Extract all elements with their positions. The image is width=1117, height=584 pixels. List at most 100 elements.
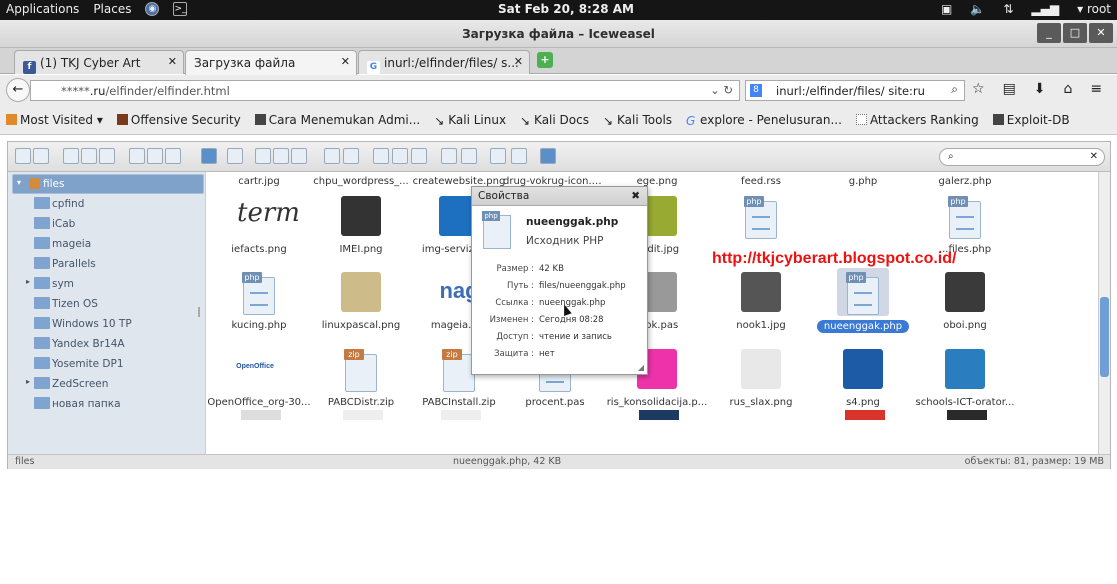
- file-item[interactable]: zip PABCDistr.zip: [309, 337, 413, 414]
- search-icon[interactable]: ⌕: [951, 82, 958, 97]
- places-menu[interactable]: Places: [93, 2, 131, 16]
- bookmark-item[interactable]: ↘ Kali Docs: [520, 113, 589, 134]
- back-arrow-icon[interactable]: [15, 148, 31, 164]
- save-icon[interactable]: [147, 148, 163, 164]
- file-item[interactable]: oboi.png: [913, 260, 1017, 337]
- bookmark-item[interactable]: Attackers Ranking: [855, 113, 979, 134]
- extract-icon[interactable]: [461, 148, 477, 164]
- expand-arrow-icon[interactable]: ▸: [26, 377, 30, 386]
- home-folder-icon[interactable]: [99, 148, 115, 164]
- close-tab-icon[interactable]: ✕: [341, 55, 350, 68]
- tree-root-files[interactable]: ▾ files: [12, 174, 204, 194]
- bookmark-item[interactable]: Exploit-DB: [992, 113, 1070, 134]
- vertical-scrollbar[interactable]: [1098, 172, 1110, 454]
- tab-facebook[interactable]: f (1) TKJ Cyber Art ✕: [14, 50, 184, 74]
- bookmark-item[interactable]: Gexplore - Penelusuran...: [686, 113, 842, 134]
- file-item[interactable]: rus_slax.png: [709, 337, 813, 414]
- network-icon[interactable]: ⇅: [1003, 2, 1013, 16]
- web-search-field[interactable]: 8 inurl:/elfinder/files/ site:ru ⌕: [745, 80, 965, 101]
- tree-folder[interactable]: Windows 10 TP: [8, 314, 206, 334]
- archive-icon[interactable]: [441, 148, 457, 164]
- tree-folder[interactable]: Yosemite DP1: [8, 354, 206, 374]
- select-icon[interactable]: [165, 148, 181, 164]
- file-item[interactable]: php kucing.php: [207, 260, 311, 337]
- new-file-icon[interactable]: [343, 148, 359, 164]
- preview-eye-icon[interactable]: [227, 148, 243, 164]
- tree-folder[interactable]: mageia: [8, 234, 206, 254]
- workspace-icon[interactable]: ▣: [941, 2, 952, 16]
- clock[interactable]: Sat Feb 20, 8:28 AM: [498, 2, 634, 16]
- forward-arrow-icon[interactable]: [33, 148, 49, 164]
- tree-folder[interactable]: новая папка: [8, 394, 206, 414]
- maximize-button[interactable]: □: [1063, 23, 1087, 43]
- tree-folder[interactable]: cpfind: [8, 194, 206, 214]
- file-item[interactable]: s4.png: [811, 337, 915, 414]
- user-menu[interactable]: ▾ root: [1077, 2, 1111, 16]
- scrollbar-thumb[interactable]: [1100, 297, 1109, 377]
- tree-folder[interactable]: Tizen OS: [8, 294, 206, 314]
- icons-view-icon[interactable]: [490, 148, 506, 164]
- duplicate-icon[interactable]: [324, 148, 340, 164]
- close-tab-icon[interactable]: ✕: [168, 55, 177, 68]
- rename-icon[interactable]: [373, 148, 389, 164]
- tree-folder[interactable]: Parallels: [8, 254, 206, 274]
- parent-folder-icon[interactable]: [63, 148, 79, 164]
- tab-upload[interactable]: Загрузка файла ✕: [185, 50, 357, 75]
- bookmark-star-icon[interactable]: ☆: [972, 81, 985, 97]
- tree-folder[interactable]: ▸ ZedScreen: [8, 374, 206, 394]
- image-thumbnail[interactable]: [947, 410, 987, 420]
- dialog-header[interactable]: Свойства ✖: [472, 187, 647, 206]
- signal-icon[interactable]: ▂▄▆: [1031, 2, 1059, 16]
- paste-icon[interactable]: [291, 148, 307, 164]
- tree-folder[interactable]: ▸ sym: [8, 274, 206, 294]
- image-thumbnail[interactable]: [639, 410, 679, 420]
- volume-icon[interactable]: 🔈: [970, 2, 985, 16]
- tree-folder[interactable]: Yandex Br14A: [8, 334, 206, 354]
- back-button[interactable]: ←: [6, 78, 30, 102]
- image-thumbnail[interactable]: [343, 410, 383, 420]
- reload-icon[interactable]: ⌄ ↻: [710, 83, 733, 97]
- home-icon[interactable]: ⌂: [1064, 81, 1073, 97]
- bookmark-item[interactable]: Most Visited ▾: [6, 113, 103, 134]
- browser-launcher-icon[interactable]: ◉: [145, 2, 160, 16]
- download-icon[interactable]: ⬇: [1034, 81, 1046, 97]
- expand-arrow-icon[interactable]: ▸: [26, 277, 30, 286]
- bookmark-item[interactable]: Offensive Security: [116, 113, 241, 134]
- clear-search-icon[interactable]: ✕: [1090, 151, 1098, 162]
- expand-arrow-icon[interactable]: ▾: [17, 178, 21, 187]
- file-item[interactable]: linuxpascal.png: [309, 260, 413, 337]
- edit-icon[interactable]: [392, 148, 408, 164]
- image-thumbnail[interactable]: [845, 410, 885, 420]
- upload-icon[interactable]: [129, 148, 145, 164]
- image-thumbnail[interactable]: [241, 410, 281, 420]
- tree-splitter[interactable]: [198, 307, 200, 317]
- file-search-input[interactable]: ⌕ ✕: [939, 148, 1105, 166]
- bookmark-item[interactable]: Cara Menemukan Admi...: [254, 113, 420, 134]
- resize-grip-icon[interactable]: ◢: [638, 363, 644, 372]
- file-item[interactable]: nook1.jpg: [709, 260, 813, 337]
- copy-icon[interactable]: [255, 148, 271, 164]
- file-item[interactable]: OpenOffice OpenOffice_org-30...: [207, 337, 311, 414]
- info-icon[interactable]: [201, 148, 217, 164]
- file-item[interactable]: term iefacts.png: [207, 184, 311, 261]
- close-window-button[interactable]: ✕: [1089, 23, 1113, 43]
- help-icon[interactable]: [540, 148, 556, 164]
- terminal-launcher-icon[interactable]: >_: [173, 2, 188, 16]
- tree-folder[interactable]: iCab: [8, 214, 206, 234]
- minimize-button[interactable]: _: [1037, 23, 1061, 43]
- resize-icon[interactable]: [411, 148, 427, 164]
- url-bar[interactable]: *****.ru/elfinder/elfinder.html ⌄ ↻: [30, 80, 740, 101]
- applications-menu[interactable]: Applications: [6, 2, 79, 16]
- image-thumbnail[interactable]: [441, 410, 481, 420]
- menu-icon[interactable]: ≡: [1090, 81, 1102, 97]
- list-view-icon[interactable]: [511, 148, 527, 164]
- reload-files-icon[interactable]: [81, 148, 97, 164]
- bookmark-item[interactable]: ↘ Kali Linux: [434, 113, 506, 134]
- file-item[interactable]: php nueenggak.php: [811, 260, 915, 337]
- cut-icon[interactable]: [273, 148, 289, 164]
- close-tab-icon[interactable]: ✕: [514, 55, 523, 68]
- close-dialog-icon[interactable]: ✖: [631, 190, 640, 202]
- bookmark-item[interactable]: ↘ Kali Tools: [603, 113, 672, 134]
- new-tab-button[interactable]: +: [537, 52, 553, 68]
- reading-list-icon[interactable]: ▤: [1003, 81, 1016, 97]
